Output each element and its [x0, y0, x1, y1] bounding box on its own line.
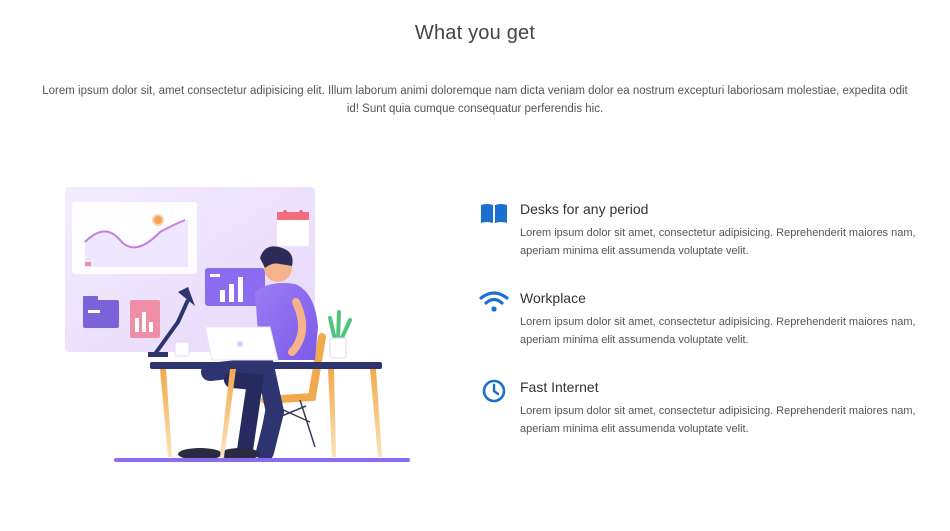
- feature-item-desks: Desks for any period Lorem ipsum dolor s…: [478, 198, 938, 287]
- feature-text: Lorem ipsum dolor sit amet, consectetur …: [520, 227, 916, 257]
- section-title: What you get: [414, 22, 536, 44]
- wifi-icon: [478, 289, 510, 315]
- feature-item-fast-internet: Fast Internet Lorem ipsum dolor sit amet…: [478, 376, 938, 465]
- feature-title: Fast Internet: [520, 379, 599, 395]
- clock-icon: [478, 378, 510, 404]
- feature-text: Lorem ipsum dolor sit amet, consectetur …: [520, 316, 916, 346]
- workspace-illustration: [60, 182, 420, 472]
- feature-text: Lorem ipsum dolor sit amet, consectetur …: [520, 405, 916, 435]
- section-description: Lorem ipsum dolor sit, amet consectetur …: [42, 85, 908, 115]
- book-icon: [478, 200, 510, 226]
- features-list: Desks for any period Lorem ipsum dolor s…: [478, 198, 938, 465]
- feature-title: Workplace: [520, 290, 586, 306]
- feature-title: Desks for any period: [520, 201, 649, 217]
- feature-item-workplace: Workplace Lorem ipsum dolor sit amet, co…: [478, 287, 938, 376]
